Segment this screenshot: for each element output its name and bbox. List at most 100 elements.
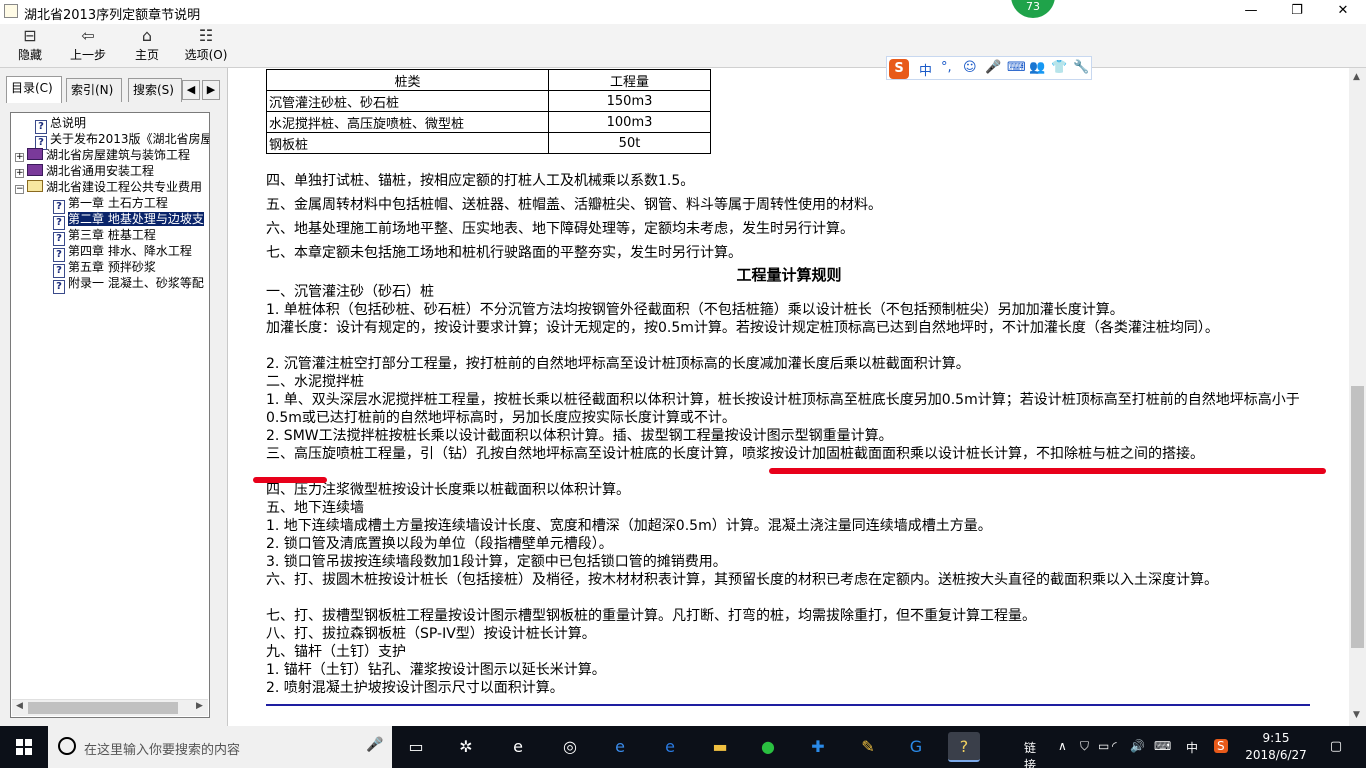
tree-item-building[interactable]: + 湖北省房屋建筑与装饰工程 <box>15 147 190 163</box>
tree-item-public[interactable]: − 湖北省建设工程公共专业费用 <box>15 179 202 195</box>
help-app-icon[interactable]: ? <box>948 732 980 762</box>
plus-app-icon[interactable]: ✚ <box>802 732 834 762</box>
ime-punctuation-toggle[interactable]: °, <box>941 60 952 75</box>
tree-item-chapter-3[interactable]: ? 第三章 桩基工程 <box>53 227 156 246</box>
fan-app-icon[interactable]: ✲ <box>450 732 482 762</box>
home-label: 主页 <box>134 48 159 62</box>
chrome-like-browser-icon[interactable]: ◎ <box>554 732 586 762</box>
notification-badge[interactable]: 73 <box>1011 0 1055 18</box>
hide-button[interactable]: ⊟ 隐藏 <box>12 26 48 66</box>
scroll-right-icon[interactable]: ▶ <box>196 701 203 711</box>
tree-item-chapter-2[interactable]: ? 第二章 地基处理与边坡支 <box>53 211 204 230</box>
rule-paragraph: 2. 喷射混凝土护坡按设计图示尺寸以面积计算。 <box>266 680 564 696</box>
red-highlight-mark <box>253 477 327 483</box>
sogou-tray-icon[interactable]: S <box>1214 739 1228 753</box>
table-cell: 50t <box>548 132 711 154</box>
scroll-left-icon[interactable]: ◀ <box>16 701 23 711</box>
tray-link-label[interactable]: 链接 <box>1024 739 1036 768</box>
input-language-indicator[interactable]: 中 <box>1186 739 1198 756</box>
keyboard-icon[interactable]: ⌨ <box>1007 60 1026 75</box>
tab-index[interactable]: 索引(N) <box>66 78 122 102</box>
voice-icon[interactable]: 🎤 <box>985 60 1001 75</box>
back-button[interactable]: ⇦ 上一步 <box>66 26 110 66</box>
tree-horizontal-scrollbar[interactable]: ◀ ▶ <box>12 699 208 716</box>
table-row: 钢板桩 50t <box>266 132 711 154</box>
wrench-icon[interactable]: 🔧 <box>1073 60 1089 75</box>
open-book-icon <box>27 180 43 192</box>
tree-item-notice[interactable]: ? 关于发布2013版《湖北省房屋 <box>35 131 209 150</box>
edge-icon[interactable]: e <box>604 732 636 762</box>
content-vertical-scrollbar[interactable]: ▲ ▼ <box>1349 68 1366 726</box>
expand-icon[interactable]: + <box>15 153 24 162</box>
scrollbar-thumb[interactable] <box>28 702 178 714</box>
ime-toolbar[interactable]: S 中 °, ☺ 🎤 ⌨ 👥 👕 🔧 <box>886 56 1092 80</box>
tree-item-label: 湖北省通用安装工程 <box>46 164 155 178</box>
sogou-logo-icon[interactable]: S <box>889 59 909 79</box>
help-page-icon: ? <box>53 280 65 294</box>
rule-paragraph: 一、沉管灌注砂（砂石）桩 <box>266 284 434 300</box>
browser-e-icon[interactable]: e <box>502 732 534 762</box>
options-button[interactable]: ☷ 选项(O) <box>182 26 230 66</box>
tree-item-label: 第一章 土石方工程 <box>68 196 168 210</box>
expand-icon[interactable]: + <box>15 169 24 178</box>
navigation-pane: 目录(C) 索引(N) 搜索(S) ◀ ▶ ? 总说明 ? 关于发布2013版《湖北… <box>0 68 228 726</box>
tree-item-chapter-4[interactable]: ? 第四章 排水、降水工程 <box>53 243 192 262</box>
book-icon <box>27 148 43 160</box>
collapse-icon[interactable]: − <box>15 185 24 194</box>
file-explorer-icon[interactable]: ▬ <box>704 732 736 762</box>
action-center-icon[interactable]: ▢ <box>1320 732 1352 762</box>
rule-paragraph: 加灌长度：设计有规定的，按设计要求计算；设计无规定的，按0.5m计算。若按设计规… <box>266 320 1219 336</box>
ie-icon[interactable]: e <box>654 732 686 762</box>
back-label: 上一步 <box>69 48 106 62</box>
tree-item-label: 湖北省建设工程公共专业费用 <box>46 180 203 194</box>
ime-language-toggle[interactable]: 中 <box>919 60 932 79</box>
minimize-button[interactable]: — <box>1228 0 1274 24</box>
topic-content: 桩类 工程量 沉管灌注砂桩、砂石桩 150m3 水泥搅拌桩、高压旋喷桩、微型桩 … <box>229 68 1349 726</box>
tree-item-installation[interactable]: + 湖北省通用安装工程 <box>15 163 154 179</box>
tab-scroll-right-icon[interactable]: ▶ <box>202 80 220 100</box>
windows-logo-icon <box>16 739 32 755</box>
taskbar-search-box[interactable]: 在这里输入你要搜索的内容 🎤 <box>48 726 392 768</box>
options-label: 选项(O) <box>184 48 228 62</box>
scrollbar-thumb[interactable] <box>1351 386 1364 648</box>
rule-paragraph: 四、压力注浆微型桩按设计长度乘以桩截面积以体积计算。 <box>266 482 630 498</box>
users-icon[interactable]: 👥 <box>1029 60 1045 75</box>
tree-item-general[interactable]: ? 总说明 <box>35 115 86 134</box>
tab-search[interactable]: 搜索(S) <box>128 78 182 102</box>
skin-icon[interactable]: 👕 <box>1051 60 1067 75</box>
close-button[interactable]: ✕ <box>1320 0 1366 24</box>
restore-button[interactable]: ❐ <box>1274 0 1320 24</box>
hide-label: 隐藏 <box>17 48 42 62</box>
notes-app-icon[interactable]: ✎ <box>852 732 884 762</box>
task-view-icon[interactable]: ▭ <box>400 732 432 762</box>
tree-item-chapter-5[interactable]: ? 第五章 预拌砂浆 <box>53 259 156 278</box>
tree-item-chapter-1[interactable]: ? 第一章 土石方工程 <box>53 195 168 214</box>
touch-keyboard-icon[interactable]: ⌨ <box>1154 739 1171 753</box>
search-placeholder: 在这里输入你要搜索的内容 <box>84 743 241 758</box>
scroll-up-icon[interactable]: ▲ <box>1353 72 1360 82</box>
tab-contents[interactable]: 目录(C) <box>6 76 62 103</box>
microphone-icon[interactable]: 🎤 <box>366 737 383 753</box>
rules-heading: 工程量计算规则 <box>736 266 842 284</box>
volume-icon[interactable]: 🔊 <box>1130 739 1145 753</box>
tree-item-appendix-1[interactable]: ? 附录一 混凝土、砂浆等配 <box>53 275 204 294</box>
home-button[interactable]: ⌂ 主页 <box>130 26 164 66</box>
rule-paragraph: 1. 锚杆（土钉）钻孔、灌浆按设计图示以延长米计算。 <box>266 662 606 678</box>
scroll-down-icon[interactable]: ▼ <box>1353 710 1360 720</box>
defender-icon[interactable]: ⛉ <box>1080 739 1089 754</box>
help-viewer-window: 湖北省2013序列定额章节说明 73 — ❐ ✕ ⊟ 隐藏 ⇦ 上一步 ⌂ 主页… <box>0 0 1366 768</box>
red-highlight-mark <box>769 468 1326 474</box>
green-app-icon[interactable]: ● <box>752 732 784 762</box>
battery-icon[interactable]: ▭ <box>1098 739 1109 753</box>
clock[interactable]: 9:15 2018/6/27 <box>1240 730 1312 764</box>
emoji-icon[interactable]: ☺ <box>963 60 977 75</box>
show-hidden-icon[interactable]: ∧ <box>1058 739 1067 753</box>
tab-scroll-left-icon[interactable]: ◀ <box>182 80 200 100</box>
note-paragraph: 四、单独打试桩、锚桩，按相应定额的打桩人工及机械乘以系数1.5。 <box>266 173 695 189</box>
start-button[interactable] <box>0 726 48 768</box>
rule-paragraph: 六、打、拔圆木桩按设计桩长（包括接桩）及梢径，按木材材积表计算，其预留长度的材积… <box>266 572 1218 588</box>
tree-item-label: 第三章 桩基工程 <box>68 228 156 242</box>
g-app-icon[interactable]: G <box>900 732 932 762</box>
wifi-icon[interactable]: ◜ <box>1112 739 1117 753</box>
rule-paragraph: 七、打、拔槽型钢板桩工程量按设计图示槽型钢板桩的重量计算。凡打断、打弯的桩，均需… <box>266 608 1036 624</box>
